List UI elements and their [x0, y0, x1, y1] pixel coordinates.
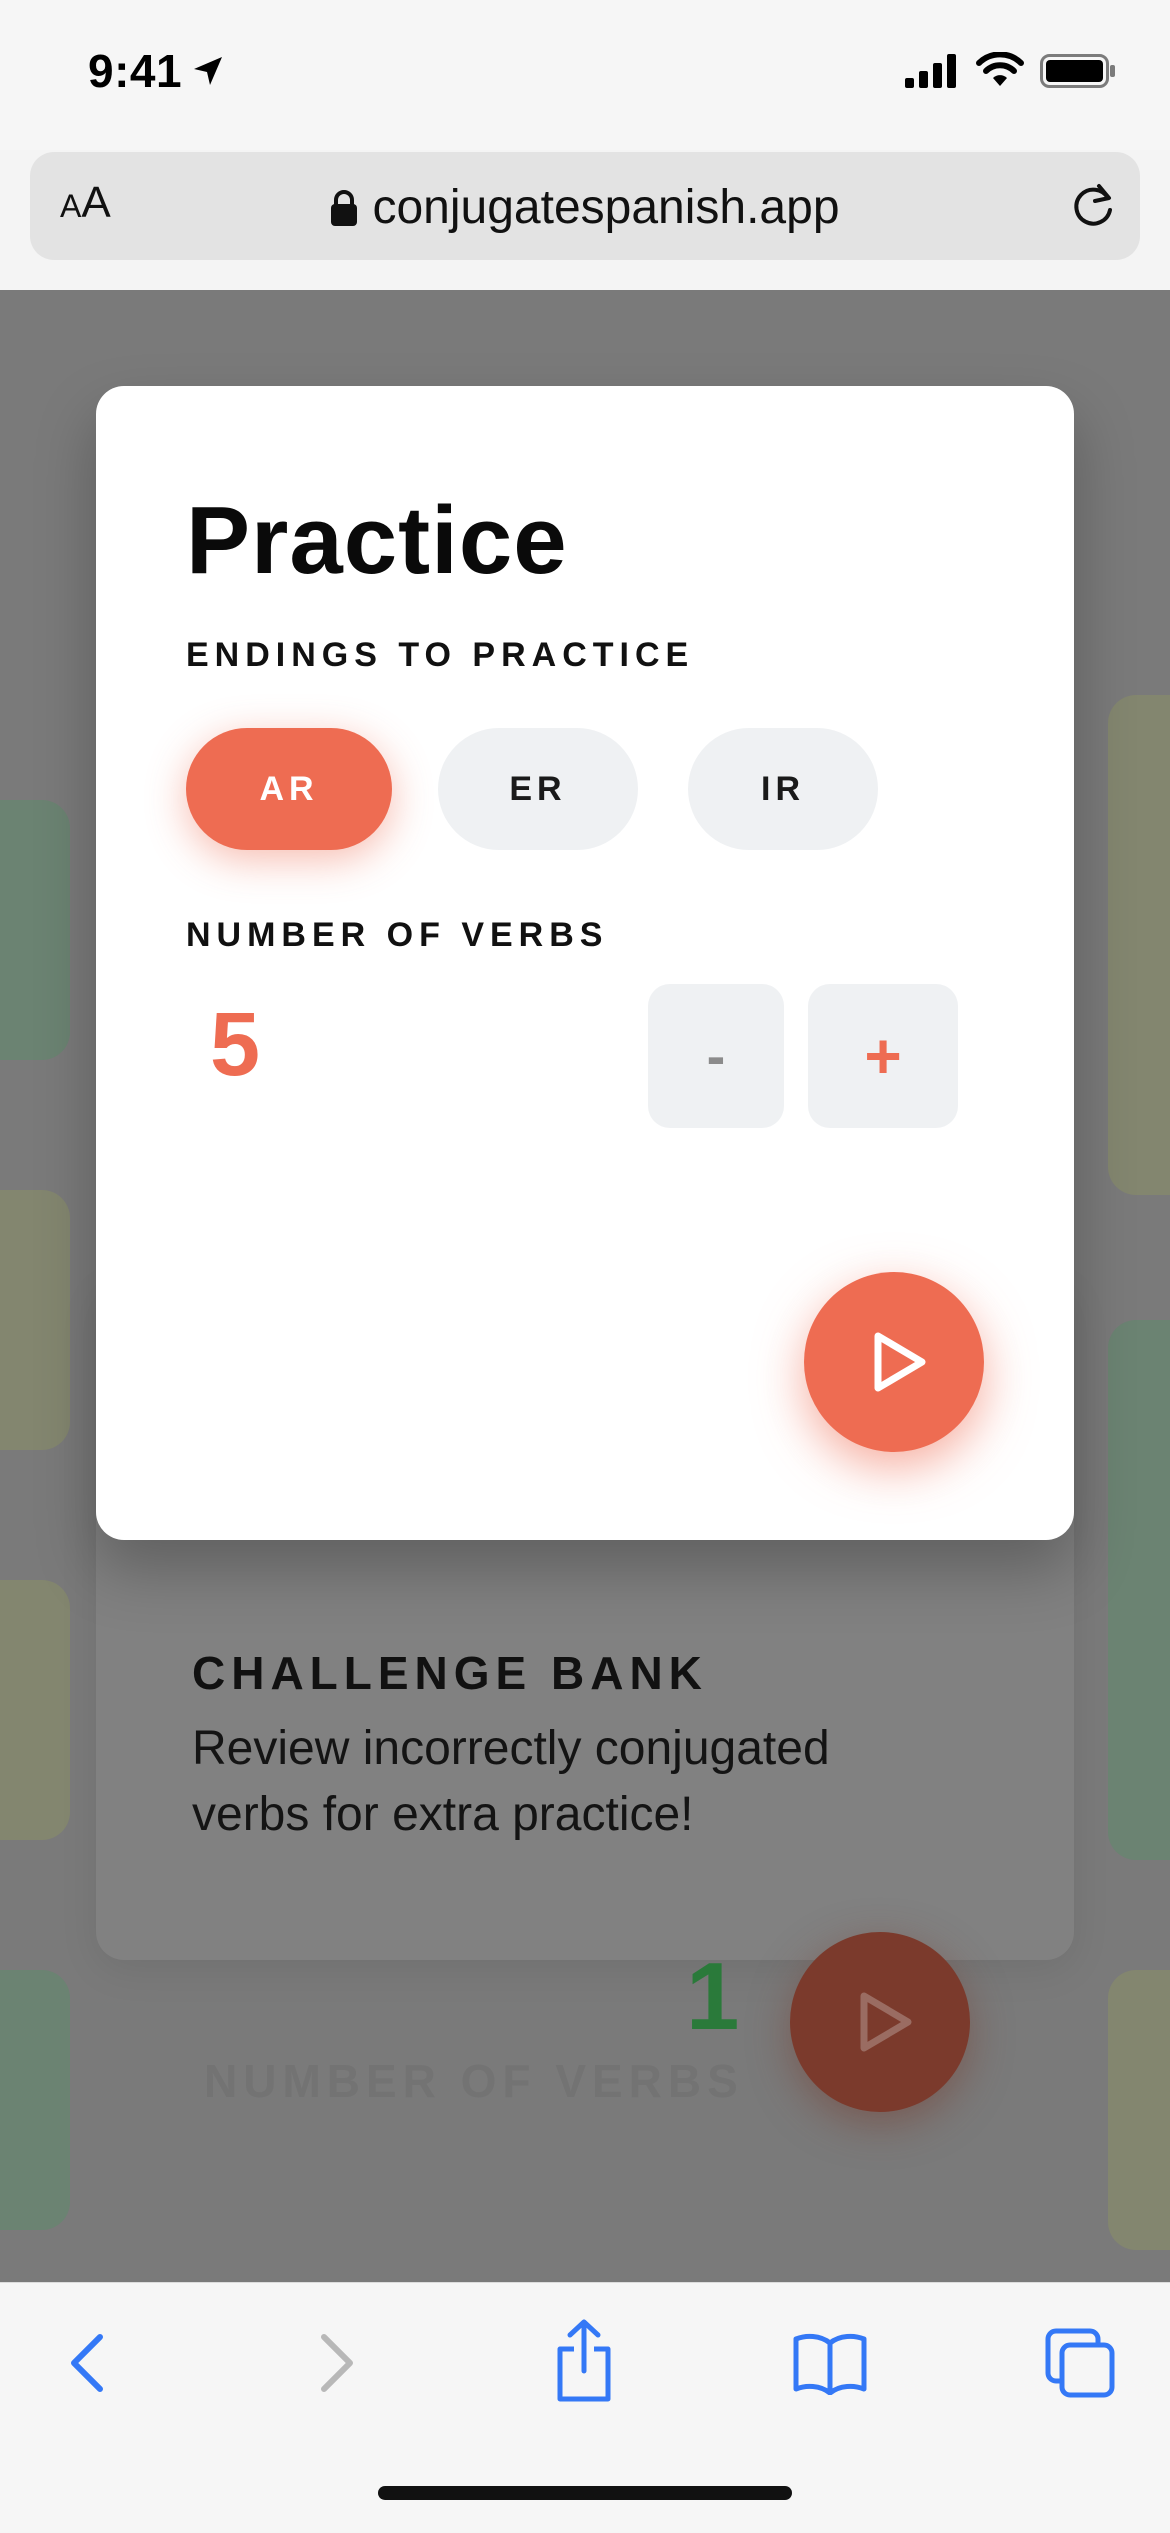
ending-chip-ir[interactable]: IR	[688, 728, 878, 850]
challenge-bank-count: 1	[686, 1943, 740, 2050]
bookmarks-button[interactable]	[792, 2331, 868, 2398]
chevron-right-icon	[321, 2334, 353, 2392]
wifi-icon	[976, 52, 1024, 86]
status-time: 9:41	[88, 45, 183, 97]
tabs-button[interactable]	[1044, 2327, 1116, 2402]
status-bar: 9:41	[0, 0, 1170, 150]
modal-title: Practice	[186, 487, 568, 594]
ending-chip-er[interactable]: ER	[438, 728, 638, 850]
decorative-shape	[0, 1970, 70, 2230]
home-indicator[interactable]	[378, 2486, 792, 2500]
url-display[interactable]: conjugatespanish.app	[30, 180, 1140, 235]
play-icon	[860, 1992, 912, 2052]
challenge-bank-description: Review incorrectly conjugated verbs for …	[192, 1722, 830, 1841]
practice-modal: Practice ENDINGS TO PRACTICE AR ER IR NU…	[96, 386, 1074, 1540]
battery-icon	[1040, 54, 1115, 88]
verb-count-value: 5	[210, 995, 261, 1095]
chevron-left-icon	[71, 2334, 103, 2392]
start-practice-button[interactable]	[804, 1272, 984, 1452]
decrement-button[interactable]: -	[648, 984, 784, 1128]
increment-button[interactable]: +	[808, 984, 958, 1128]
challenge-play-button	[790, 1932, 970, 2112]
decorative-shape	[0, 1190, 70, 1450]
lock-icon	[331, 190, 358, 226]
forward-button[interactable]	[312, 2323, 362, 2406]
decorative-shape	[0, 1580, 70, 1840]
tabs-icon	[1045, 2328, 1115, 2398]
decorative-shape	[0, 800, 70, 1060]
share-icon	[557, 2319, 611, 2402]
reload-icon[interactable]	[1068, 180, 1118, 232]
decorative-shape	[1108, 1970, 1170, 2250]
back-button[interactable]	[62, 2323, 112, 2406]
address-bar[interactable]: AA conjugatespanish.app	[30, 152, 1140, 260]
cellular-signal-icon	[905, 54, 956, 88]
play-icon	[874, 1332, 926, 1392]
location-arrow-icon	[194, 57, 222, 85]
challenge-bank-title: CHALLENGE BANK	[192, 1647, 708, 1699]
ending-chip-ar[interactable]: AR	[186, 728, 392, 850]
challenge-bank-count-label: NUMBER OF VERBS	[204, 2055, 744, 2107]
decorative-shape	[1108, 1320, 1170, 1860]
decorative-shape	[1108, 695, 1170, 1195]
book-icon	[793, 2333, 867, 2396]
share-button[interactable]	[552, 2319, 616, 2406]
endings-label: ENDINGS TO PRACTICE	[186, 636, 695, 674]
verbs-count-label: NUMBER OF VERBS	[186, 916, 609, 954]
url-text: conjugatespanish.app	[372, 181, 840, 234]
